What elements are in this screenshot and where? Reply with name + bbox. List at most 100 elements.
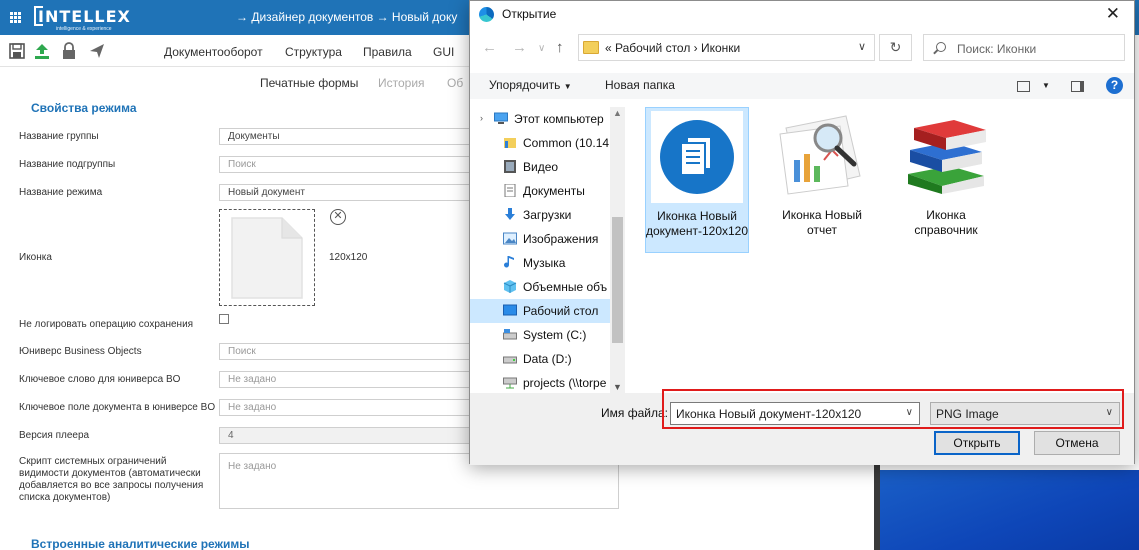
- file-label: Иконка Новый документ-120x120: [646, 209, 749, 238]
- group-name-label: Название группы: [19, 131, 99, 142]
- video-icon: [504, 160, 516, 173]
- address-path: « Рабочий стол › Иконки: [605, 41, 741, 55]
- 3d-objects-icon: [503, 280, 517, 293]
- tab-overflow[interactable]: Об: [447, 76, 463, 90]
- search-icon: [936, 42, 946, 52]
- edge-browser-icon: [479, 7, 494, 22]
- tree-scrollbar[interactable]: ▲ ▼: [610, 107, 625, 393]
- section-title-mode-properties: Свойства режима: [31, 101, 137, 115]
- scroll-up-icon[interactable]: ▲: [613, 108, 622, 118]
- menu-rules[interactable]: Правила: [363, 45, 412, 59]
- tree-item-projects[interactable]: projects (\\torpe: [470, 371, 625, 393]
- bo-universe-label: Юниверс Business Objects: [19, 346, 142, 357]
- books-icon: [908, 120, 986, 194]
- dialog-footer: Имя файла: Иконка Новый документ-120x120…: [470, 389, 1134, 465]
- send-icon[interactable]: [88, 42, 106, 60]
- pictures-icon: [503, 232, 517, 245]
- file-item-new-report[interactable]: Иконка Новый отчет: [770, 107, 874, 238]
- music-icon: [504, 256, 514, 268]
- group-name-field[interactable]: Документы: [219, 128, 479, 145]
- tree-item-pictures[interactable]: Изображения: [470, 227, 625, 251]
- save-icon[interactable]: [8, 42, 26, 60]
- tree-item-documents[interactable]: Документы: [470, 179, 625, 203]
- drive-icon: [503, 329, 517, 340]
- navigation-tree: › Этот компьютер Common (10.14 Видео Док…: [470, 107, 625, 393]
- file-label: Иконка справочник: [914, 208, 978, 237]
- view-dropdown-icon[interactable]: ▼: [1042, 81, 1050, 90]
- desktop-background: [880, 470, 1139, 550]
- nolog-checkbox[interactable]: [219, 314, 229, 324]
- report-icon: [779, 115, 861, 195]
- network-folder-icon: [504, 138, 516, 148]
- tab-history[interactable]: История: [378, 76, 425, 90]
- up-arrow-icon[interactable]: ↑: [556, 39, 564, 56]
- mode-name-field[interactable]: Новый документ: [219, 184, 479, 201]
- documents-icon: [504, 184, 516, 197]
- blank-file-icon: [231, 217, 303, 299]
- section-title-analytics: Встроенные аналитические режимы: [31, 537, 250, 550]
- recent-chevron-icon[interactable]: ∨: [538, 43, 545, 54]
- help-icon[interactable]: ?: [1106, 77, 1123, 94]
- refresh-button[interactable]: ↻: [879, 34, 912, 61]
- tab-print-forms[interactable]: Печатные формы: [260, 76, 358, 90]
- preview-pane-icon[interactable]: [1071, 81, 1084, 92]
- apps-grid-icon[interactable]: [10, 12, 21, 23]
- search-input[interactable]: Поиск: Иконки: [923, 34, 1125, 61]
- bo-keyfield-label: Ключевое поле документа в юниверсе BO: [19, 402, 216, 413]
- new-folder-button[interactable]: Новая папка: [605, 78, 675, 92]
- back-arrow-icon[interactable]: ←: [482, 39, 497, 56]
- bo-keyword-field[interactable]: Не задано: [219, 371, 479, 388]
- file-item-reference-book[interactable]: Иконка справочник: [894, 107, 998, 238]
- subgroup-name-label: Название подгруппы: [19, 159, 116, 170]
- tree-item-3d-objects[interactable]: Объемные объ: [470, 275, 625, 299]
- close-icon[interactable]: ✕: [1106, 4, 1120, 24]
- menu-docflow[interactable]: Документооборот: [164, 45, 263, 59]
- open-button[interactable]: Открыть: [934, 431, 1020, 455]
- icon-upload-area[interactable]: [219, 209, 315, 306]
- chevron-down-icon[interactable]: ∨: [858, 40, 866, 53]
- view-options-icon[interactable]: [1017, 81, 1030, 92]
- tree-item-music[interactable]: Музыка: [470, 251, 625, 275]
- scroll-down-icon[interactable]: ▼: [613, 382, 622, 392]
- lock-icon[interactable]: [60, 42, 78, 60]
- bo-keyfield-field[interactable]: Не задано: [219, 399, 479, 416]
- computer-icon: [494, 112, 508, 124]
- download-icon: [505, 208, 515, 220]
- tree-item-common[interactable]: Common (10.14: [470, 131, 625, 155]
- command-bar: Упорядочить ▼ Новая папка ▼ ?: [470, 73, 1134, 99]
- highlight-box: [662, 389, 1124, 429]
- menu-gui[interactable]: GUI: [433, 45, 454, 59]
- remove-icon-button[interactable]: ✕: [330, 209, 346, 225]
- document-icon: [651, 111, 743, 203]
- icon-label: Иконка: [19, 252, 52, 263]
- dialog-title: Открытие: [502, 7, 557, 21]
- mode-name-label: Название режима: [19, 187, 103, 198]
- tree-item-this-pc[interactable]: › Этот компьютер: [470, 107, 625, 131]
- menu-structure[interactable]: Структура: [285, 45, 342, 59]
- file-item-new-document[interactable]: Иконка Новый документ-120x120: [645, 107, 749, 253]
- tree-item-system-c[interactable]: System (C:): [470, 323, 625, 347]
- intellex-logo: INTELLEX intelligence & experience: [34, 5, 134, 32]
- icon-size-text: 120x120: [329, 252, 368, 263]
- subgroup-name-field[interactable]: Поиск: [219, 156, 479, 173]
- upload-icon[interactable]: [33, 42, 51, 60]
- forward-arrow-icon[interactable]: →: [512, 39, 527, 56]
- tree-item-desktop[interactable]: Рабочий стол: [470, 299, 625, 323]
- organize-button[interactable]: Упорядочить ▼: [489, 78, 572, 92]
- address-bar[interactable]: « Рабочий стол › Иконки ∨: [578, 34, 875, 61]
- open-file-dialog: Открытие ✕ ← → ∨ ↑ « Рабочий стол › Икон…: [469, 0, 1135, 465]
- cancel-button[interactable]: Отмена: [1034, 431, 1120, 455]
- caret-down-icon: ▼: [563, 82, 572, 91]
- bo-keyword-label: Ключевое слово для юниверса BO: [19, 374, 181, 385]
- bo-universe-field[interactable]: Поиск: [219, 343, 479, 360]
- player-version-label: Версия плеера: [19, 430, 90, 441]
- tree-item-videos[interactable]: Видео: [470, 155, 625, 179]
- scrollbar-thumb[interactable]: [612, 217, 623, 343]
- tree-item-data-d[interactable]: Data (D:): [470, 347, 625, 371]
- folder-icon: [583, 41, 599, 54]
- filename-label: Имя файла:: [601, 406, 668, 420]
- player-version-field: 4: [219, 427, 479, 444]
- expand-chevron-icon[interactable]: ›: [480, 113, 483, 123]
- file-list: Иконка Новый документ-120x120 Иконка Нов…: [630, 107, 1130, 393]
- tree-item-downloads[interactable]: Загрузки: [470, 203, 625, 227]
